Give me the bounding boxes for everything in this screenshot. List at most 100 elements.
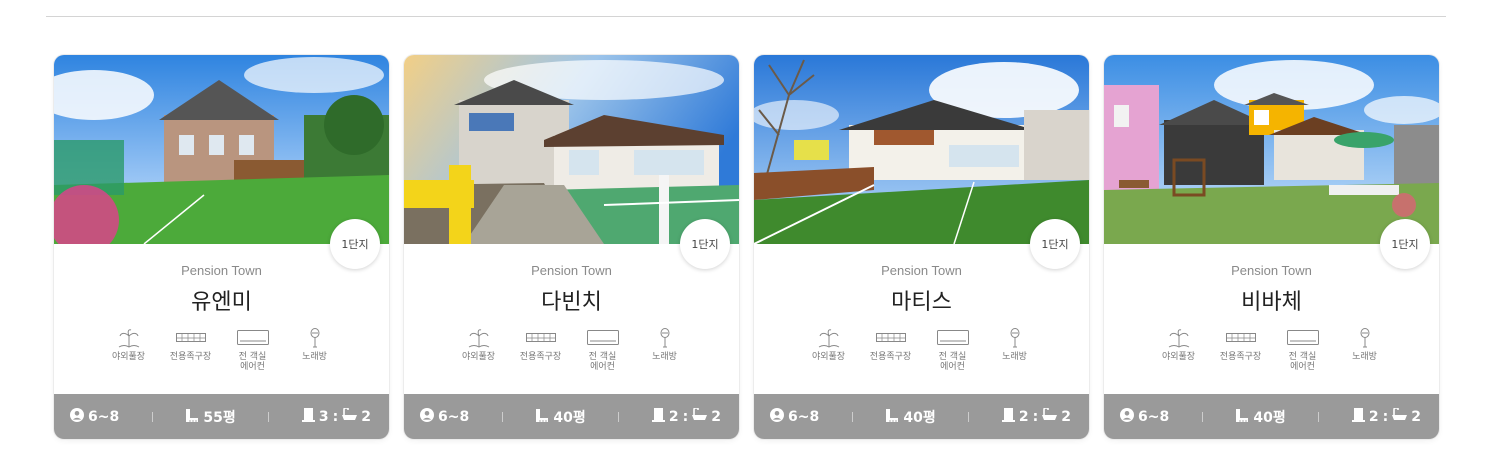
footer-separator xyxy=(268,411,270,422)
floor-area: 55평 xyxy=(185,407,236,427)
pension-photo[interactable] xyxy=(1104,55,1439,244)
complex-badge: 1단지 xyxy=(680,219,730,269)
palm-tree-icon xyxy=(468,327,490,349)
amenity-label: 노래방 xyxy=(1352,352,1377,362)
pension-card-3[interactable]: 1단지 Pension Town 마티스 야외풀장 전용족구장 전 객실 에어컨… xyxy=(754,55,1089,439)
card-footer: 6~8 40평 2: 2 xyxy=(754,394,1089,439)
ruler-icon xyxy=(185,408,199,426)
air-conditioner-icon xyxy=(1286,327,1319,349)
amenity-karaoke: 노래방 xyxy=(987,327,1043,372)
footer-separator xyxy=(968,411,970,422)
guest-capacity: 6~8 xyxy=(1120,407,1169,426)
amenity-pool: 야외풀장 xyxy=(1151,327,1207,372)
ruler-icon xyxy=(1235,408,1249,426)
amenity-label: 전 객실 에어컨 xyxy=(1288,352,1317,372)
amenity-label: 노래방 xyxy=(1002,352,1027,362)
air-conditioner-icon xyxy=(936,327,969,349)
amenity-karaoke: 노래방 xyxy=(287,327,343,372)
card-subtitle: Pension Town xyxy=(531,263,612,278)
amenity-pool: 야외풀장 xyxy=(801,327,857,372)
amenity-pool: 야외풀장 xyxy=(101,327,157,372)
palm-tree-icon xyxy=(118,327,140,349)
room-bath-count: 2: 2 xyxy=(1351,407,1421,426)
user-circle-icon xyxy=(770,407,784,426)
amenity-label: 전 객실 에어컨 xyxy=(588,352,617,372)
court-icon xyxy=(875,327,906,349)
pension-card-4[interactable]: 1단지 Pension Town 비바체 야외풀장 전용족구장 전 객실 에어컨… xyxy=(1104,55,1439,439)
room-bath-count: 2: 2 xyxy=(651,407,721,426)
amenity-label: 노래방 xyxy=(302,352,327,362)
card-footer: 6~8 55평 3: 2 xyxy=(54,394,389,439)
amenity-label: 야외풀장 xyxy=(1161,352,1196,362)
amenity-list: 야외풀장 전용족구장 전 객실 에어컨 노래방 xyxy=(54,327,389,372)
door-icon xyxy=(1351,407,1365,426)
court-icon xyxy=(175,327,206,349)
user-circle-icon xyxy=(420,407,434,426)
door-icon xyxy=(651,407,665,426)
pension-photo[interactable] xyxy=(54,55,389,244)
court-icon xyxy=(1225,327,1256,349)
pension-card-2[interactable]: 1단지 Pension Town 다빈치 야외풀장 전용족구장 전 객실 에어컨… xyxy=(404,55,739,439)
pension-photo[interactable] xyxy=(754,55,1089,244)
pension-card-1[interactable]: 1단지 Pension Town 유엔미 야외풀장 전용족구장 전 객실 에어컨… xyxy=(54,55,389,439)
pension-photo[interactable] xyxy=(404,55,739,244)
bathtub-icon xyxy=(692,407,708,425)
floor-area: 40평 xyxy=(535,407,586,427)
amenity-court: 전용족구장 xyxy=(1213,327,1269,372)
room-bath-count: 3: 2 xyxy=(301,407,371,426)
card-footer: 6~8 40평 2: 2 xyxy=(404,394,739,439)
amenity-label: 전 객실 에어컨 xyxy=(938,352,967,372)
amenity-pool: 야외풀장 xyxy=(451,327,507,372)
amenity-aircon: 전 객실 에어컨 xyxy=(225,327,281,372)
amenity-label: 전용족구장 xyxy=(1219,352,1262,362)
footer-separator xyxy=(1318,411,1320,422)
amenity-list: 야외풀장 전용족구장 전 객실 에어컨 노래방 xyxy=(404,327,739,372)
amenity-karaoke: 노래방 xyxy=(1337,327,1393,372)
footer-separator xyxy=(1201,411,1203,422)
card-subtitle: Pension Town xyxy=(881,263,962,278)
amenity-label: 야외풀장 xyxy=(811,352,846,362)
guest-capacity: 6~8 xyxy=(70,407,119,426)
amenity-label: 전용족구장 xyxy=(519,352,562,362)
footer-separator xyxy=(151,411,153,422)
door-icon xyxy=(1001,407,1015,426)
footer-separator xyxy=(618,411,620,422)
ruler-icon xyxy=(535,408,549,426)
bathtub-icon xyxy=(1392,407,1408,425)
amenity-aircon: 전 객실 에어컨 xyxy=(575,327,631,372)
ruler-icon xyxy=(885,408,899,426)
amenity-label: 전 객실 에어컨 xyxy=(238,352,267,372)
bathtub-icon xyxy=(1042,407,1058,425)
amenity-court: 전용족구장 xyxy=(513,327,569,372)
amenity-court: 전용족구장 xyxy=(863,327,919,372)
room-bath-count: 2: 2 xyxy=(1001,407,1071,426)
pension-name[interactable]: 다빈치 xyxy=(404,284,739,316)
user-circle-icon xyxy=(1120,407,1134,426)
footer-separator xyxy=(851,411,853,422)
air-conditioner-icon xyxy=(586,327,619,349)
amenity-list: 야외풀장 전용족구장 전 객실 에어컨 노래방 xyxy=(1104,327,1439,372)
pension-name[interactable]: 비바체 xyxy=(1104,284,1439,316)
amenity-label: 노래방 xyxy=(652,352,677,362)
amenity-aircon: 전 객실 에어컨 xyxy=(925,327,981,372)
amenity-label: 야외풀장 xyxy=(111,352,146,362)
card-footer: 6~8 40평 2: 2 xyxy=(1104,394,1439,439)
amenity-karaoke: 노래방 xyxy=(637,327,693,372)
card-subtitle: Pension Town xyxy=(1231,263,1312,278)
amenity-label: 야외풀장 xyxy=(461,352,496,362)
palm-tree-icon xyxy=(818,327,840,349)
air-conditioner-icon xyxy=(236,327,269,349)
user-circle-icon xyxy=(70,407,84,426)
amenity-list: 야외풀장 전용족구장 전 객실 에어컨 노래방 xyxy=(754,327,1089,372)
pension-name[interactable]: 유엔미 xyxy=(54,284,389,316)
amenity-court: 전용족구장 xyxy=(163,327,219,372)
pension-name[interactable]: 마티스 xyxy=(754,284,1089,316)
complex-badge: 1단지 xyxy=(1380,219,1430,269)
bathtub-icon xyxy=(342,407,358,425)
guest-capacity: 6~8 xyxy=(420,407,469,426)
door-icon xyxy=(301,407,315,426)
amenity-label: 전용족구장 xyxy=(169,352,212,362)
guest-capacity: 6~8 xyxy=(770,407,819,426)
footer-separator xyxy=(501,411,503,422)
microphone-icon xyxy=(310,327,320,349)
